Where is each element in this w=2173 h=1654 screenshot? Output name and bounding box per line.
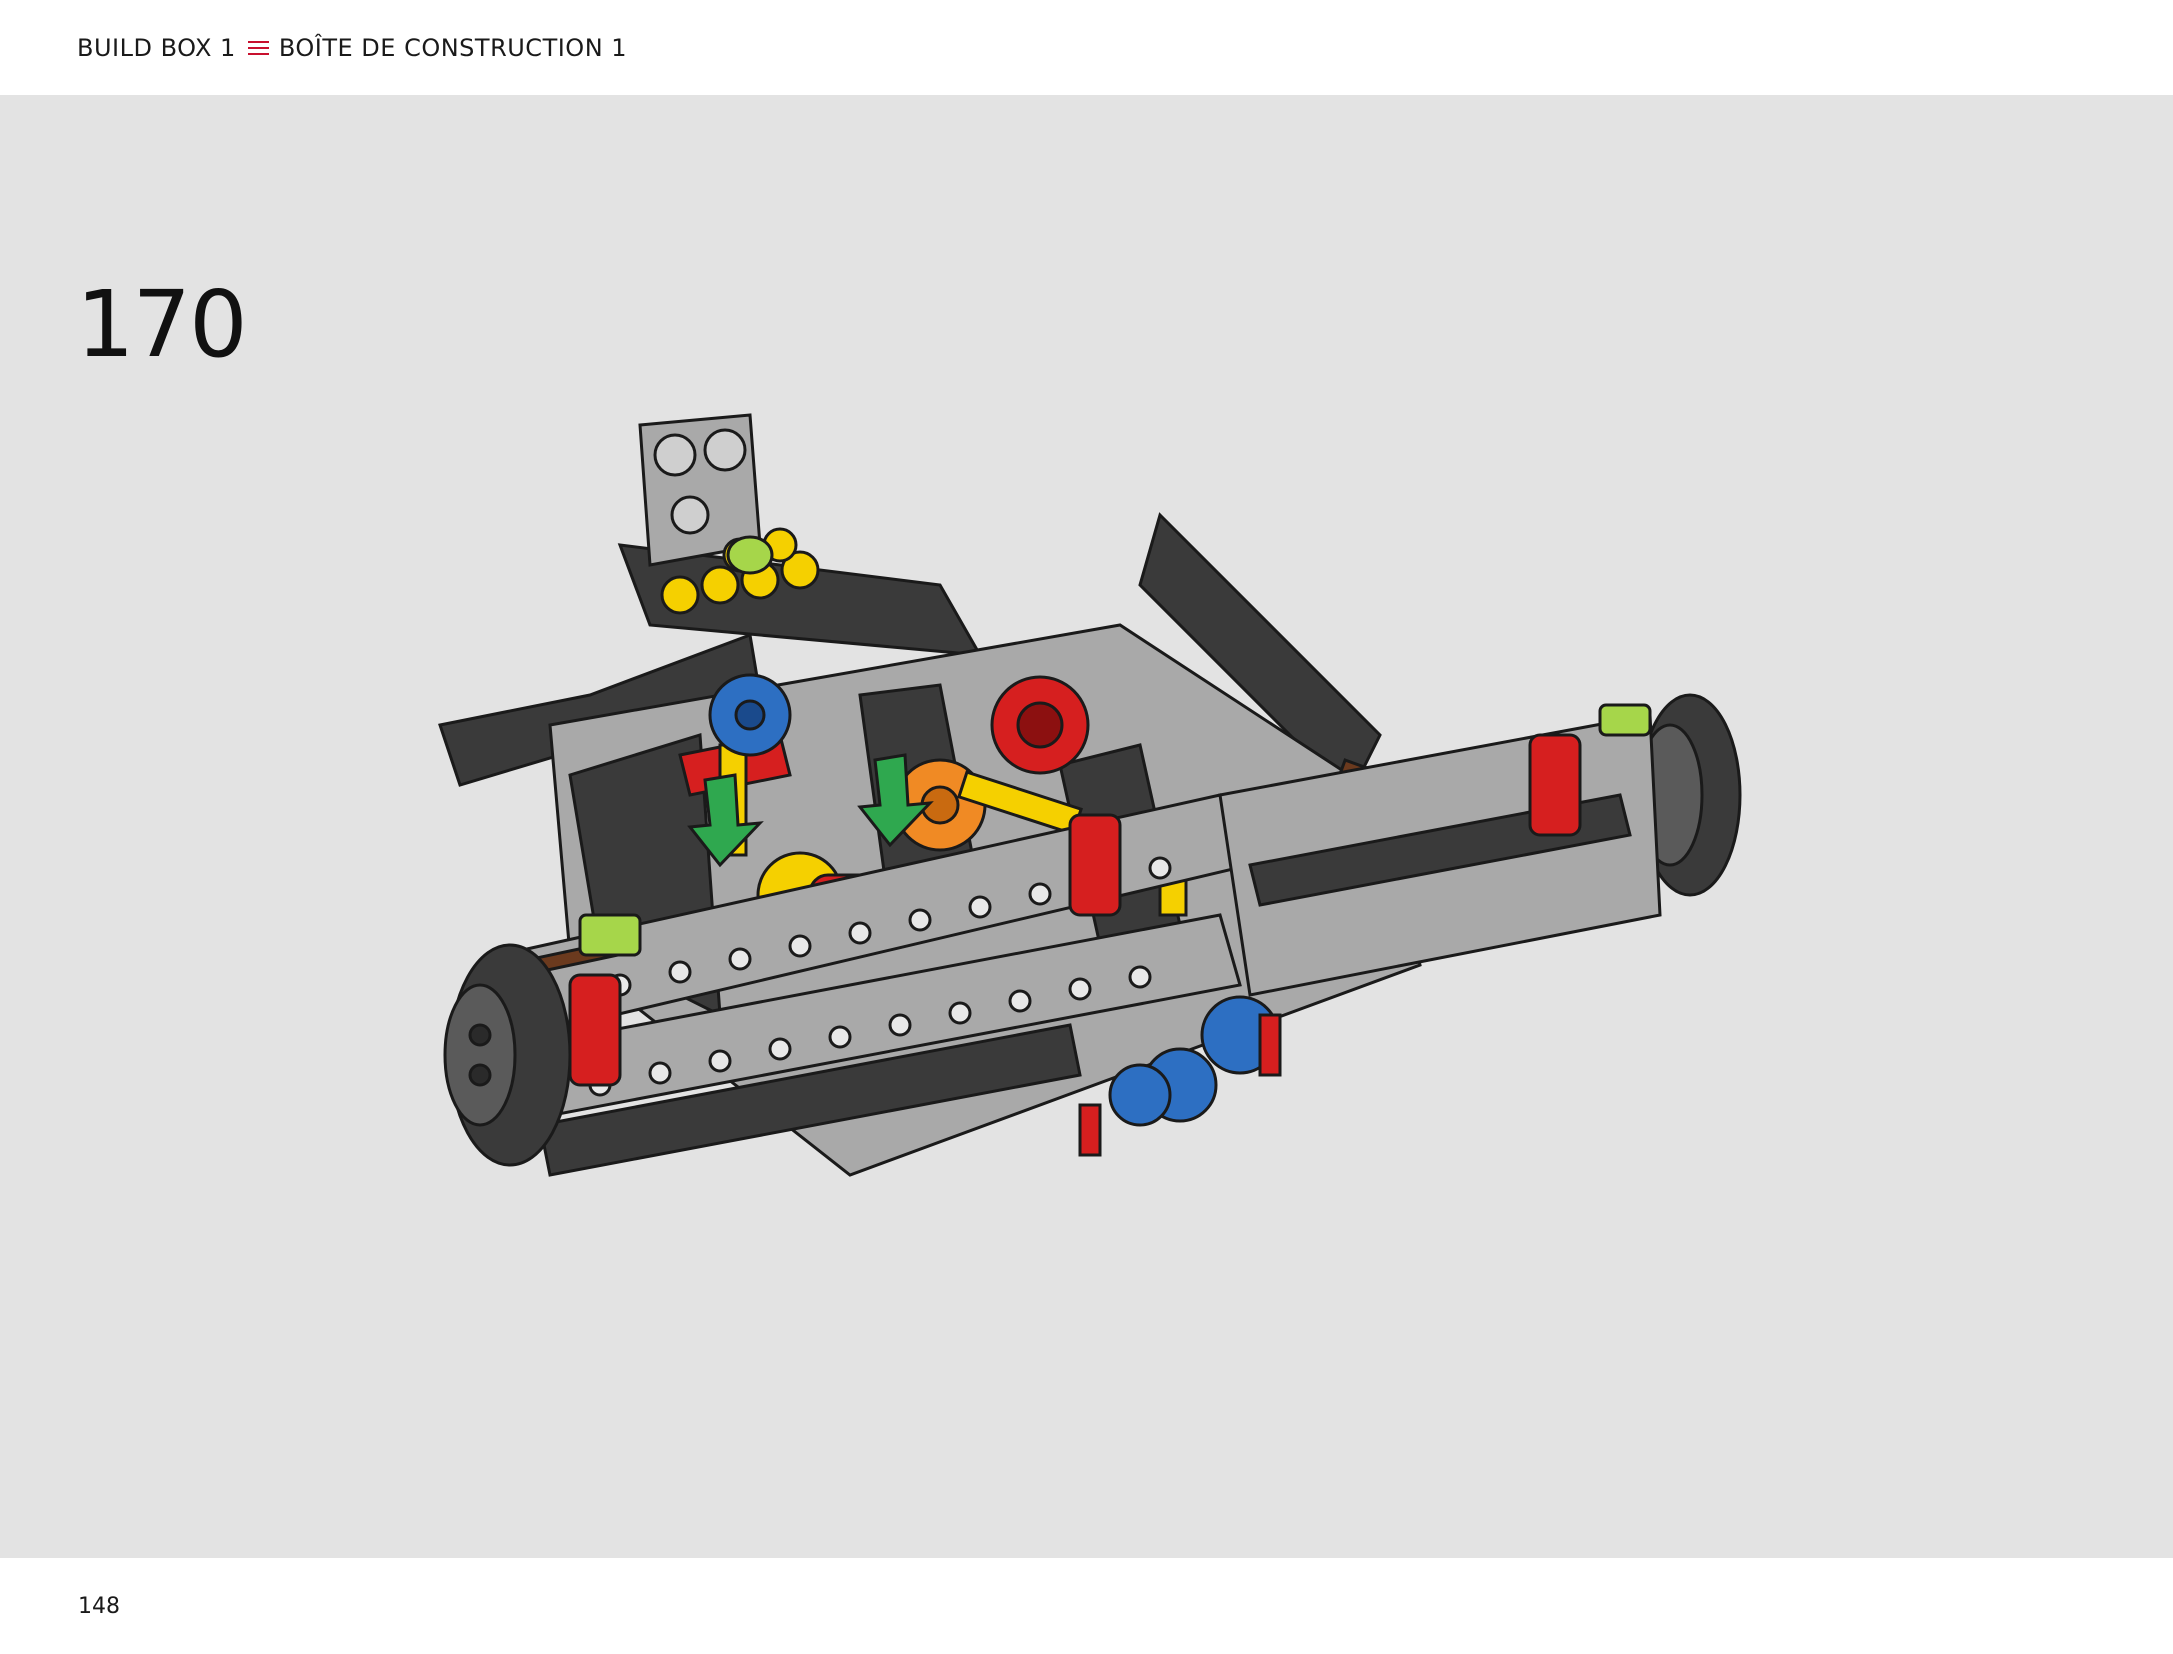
chassis-assembly-illustration: [438, 413, 1742, 1177]
step-number: 170: [76, 271, 248, 378]
triple-line-icon: [247, 41, 269, 55]
instruction-stage: 170: [0, 95, 2173, 1558]
page-header: BUILD BOX 1 BOÎTE DE CONSTRUCTION 1: [0, 0, 2173, 95]
build-box-label-en: BUILD BOX 1: [77, 34, 236, 62]
breadcrumb: BUILD BOX 1 BOÎTE DE CONSTRUCTION 1: [77, 34, 627, 62]
page-footer: 148: [0, 1558, 2173, 1654]
build-box-label-fr: BOÎTE DE CONSTRUCTION 1: [278, 34, 628, 62]
page-number: 148: [78, 1594, 120, 1619]
